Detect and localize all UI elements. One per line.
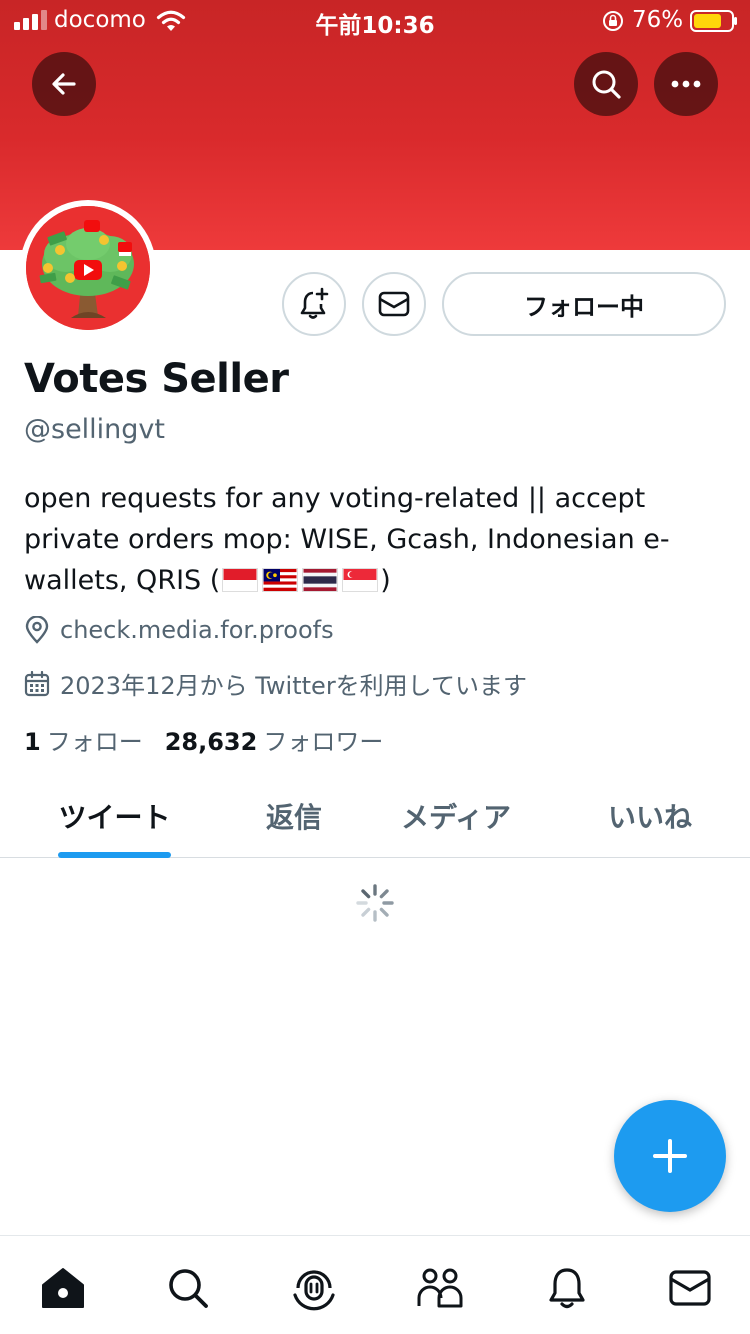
nav-home[interactable] [39, 1264, 87, 1312]
bell-plus-icon [300, 287, 329, 319]
communities-icon [417, 1268, 463, 1308]
location-text[interactable]: check.media.for.proofs [60, 616, 334, 644]
following-label: フォロー [46, 728, 143, 756]
more-button[interactable] [654, 52, 718, 116]
singapore-flag-icon [342, 568, 379, 592]
search-icon [169, 1269, 208, 1308]
nav-spaces[interactable] [290, 1264, 338, 1312]
envelope-icon [669, 1270, 711, 1306]
nav-communities[interactable] [416, 1264, 464, 1312]
joined-date-text: 2023年12月から Twitterを利用しています [60, 672, 527, 700]
notification-subscribe-button[interactable] [282, 272, 346, 336]
followers-count: 28,632 [164, 728, 258, 756]
battery-icon [690, 10, 737, 32]
profile-avatar[interactable] [20, 200, 156, 336]
user-handle: @sellingvt [24, 414, 165, 445]
follow-counts: 1 フォロー 28,632 フォロワー [24, 722, 383, 757]
status-bar: docomo 午前10:36 76% [0, 0, 750, 42]
following-link[interactable]: 1 フォロー [24, 722, 143, 757]
direct-message-button[interactable] [362, 272, 426, 336]
joined-date-row: 2023年12月から Twitterを利用しています [24, 666, 527, 701]
following-count: 1 [24, 728, 41, 756]
location-row: check.media.for.proofs [24, 616, 334, 644]
nav-notifications[interactable] [543, 1264, 591, 1312]
profile-bio: open requests for any voting-related || … [24, 478, 724, 601]
followers-label: フォロワー [263, 728, 384, 756]
tab-tweets[interactable]: ツイート [48, 796, 181, 836]
malaysia-flag-icon [262, 568, 299, 592]
plus-icon [653, 1139, 687, 1173]
search-button[interactable] [574, 52, 638, 116]
spaces-icon [293, 1270, 335, 1311]
back-button[interactable] [32, 52, 96, 116]
battery-percent: 76% [632, 7, 684, 33]
indonesia-flag-icon [222, 568, 259, 592]
tab-replies[interactable]: 返信 [234, 796, 354, 836]
compose-tweet-button[interactable] [614, 1100, 726, 1212]
profile-tabs: ツイート 返信 メディア いいね [0, 780, 750, 858]
display-name: Votes Seller [24, 356, 289, 402]
calendar-icon [24, 670, 50, 696]
nav-explore[interactable] [164, 1264, 212, 1312]
followers-link[interactable]: 28,632 フォロワー [165, 722, 384, 757]
location-pin-icon [25, 616, 49, 644]
thailand-flag-icon [302, 568, 339, 592]
search-icon [592, 70, 621, 99]
tab-likes[interactable]: いいね [590, 796, 710, 836]
money-tree-avatar-image [26, 206, 150, 330]
tab-media[interactable]: メディア [390, 796, 522, 836]
arrow-left-icon [52, 73, 76, 95]
bio-close-paren: ) [380, 565, 391, 596]
envelope-icon [378, 291, 410, 317]
bottom-tab-bar [0, 1235, 750, 1334]
following-button[interactable]: フォロー中 [442, 272, 726, 336]
bell-icon [549, 1268, 585, 1309]
nav-messages[interactable] [666, 1264, 714, 1312]
active-tab-indicator [58, 852, 171, 858]
home-icon [42, 1268, 84, 1308]
more-horizontal-icon [671, 80, 701, 88]
orientation-lock-icon [603, 11, 623, 31]
loading-spinner-icon [356, 884, 394, 922]
